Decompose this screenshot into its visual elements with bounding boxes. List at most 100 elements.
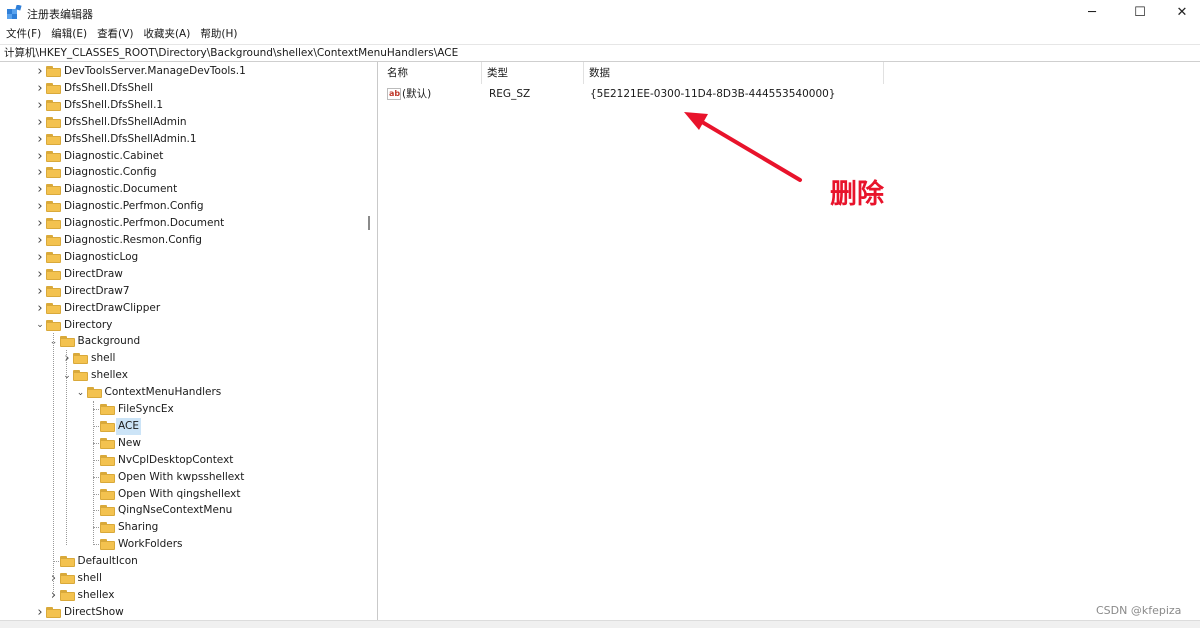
tree-item[interactable]: › DfsShell.DfsShellAdmin.1	[0, 131, 377, 148]
chevron-right-icon[interactable]: ›	[35, 198, 45, 215]
chevron-right-icon[interactable]: ›	[35, 249, 45, 266]
tree-item[interactable]: ⌄ ContextMenuHandlers	[0, 384, 377, 401]
tree-item[interactable]: DefaultIcon	[0, 553, 377, 570]
horizontal-scrollbar[interactable]	[0, 620, 1200, 628]
chevron-right-icon[interactable]: ›	[35, 300, 45, 317]
menu-favorites[interactable]: 收藏夹(A)	[138, 25, 195, 43]
folder-icon	[100, 437, 115, 449]
tree-item[interactable]: ⌄ Directory	[0, 317, 377, 334]
tree-item[interactable]: › shell	[0, 570, 377, 587]
chevron-right-icon[interactable]: ›	[35, 63, 45, 80]
menu-file[interactable]: 文件(F)	[0, 25, 46, 43]
tree-item[interactable]: › DiagnosticLog	[0, 249, 377, 266]
tree-item[interactable]: › DirectDraw7	[0, 283, 377, 300]
tree-item-label: DiagnosticLog	[64, 250, 139, 263]
menu-edit[interactable]: 编辑(E)	[46, 25, 92, 43]
key-tree[interactable]: › DevToolsServer.ManageDevTools.1 › DfsShel…	[0, 62, 378, 622]
tree-item-label: NvCplDesktopContext	[118, 453, 234, 466]
chevron-right-icon[interactable]: ›	[35, 164, 45, 181]
column-header-name[interactable]: 名称	[382, 62, 482, 84]
address-bar[interactable]: 计算机\HKEY_CLASSES_ROOT\Directory\Backgrou…	[0, 44, 1200, 62]
tree-item[interactable]: › Diagnostic.Config	[0, 164, 377, 181]
tree-item[interactable]: ⌄ shellex	[0, 367, 377, 384]
chevron-right-icon[interactable]: ›	[35, 232, 45, 249]
tree-item[interactable]: Open With kwpsshellext	[0, 469, 377, 486]
tree-item[interactable]: › DfsShell.DfsShellAdmin	[0, 114, 377, 131]
tree-item[interactable]: NvCplDesktopContext	[0, 452, 377, 469]
pane-splitter[interactable]	[368, 216, 370, 230]
tree-item[interactable]: › Diagnostic.Document	[0, 181, 377, 198]
folder-icon	[46, 319, 61, 331]
tree-item[interactable]: Sharing	[0, 519, 377, 536]
folder-icon	[46, 285, 61, 297]
chevron-right-icon[interactable]: ›	[49, 570, 59, 587]
tree-item[interactable]: › DirectDrawClipper	[0, 300, 377, 317]
chevron-right-icon[interactable]: ›	[62, 350, 72, 367]
tree-item-label: DefaultIcon	[77, 555, 138, 568]
tree-item[interactable]: › DevToolsServer.ManageDevTools.1	[0, 63, 377, 80]
tree-item[interactable]: Open With qingshellext	[0, 486, 377, 503]
tree-item-label: shellex	[91, 369, 128, 382]
menu-help[interactable]: 帮助(H)	[195, 25, 242, 43]
chevron-right-icon[interactable]: ›	[35, 604, 45, 621]
tree-item-label: DirectDrawClipper	[64, 301, 161, 314]
chevron-right-icon[interactable]: ›	[35, 266, 45, 283]
menu-view[interactable]: 查看(V)	[92, 25, 138, 43]
chevron-right-icon[interactable]: ›	[35, 283, 45, 300]
chevron-right-icon[interactable]: ›	[49, 587, 59, 604]
minimize-button[interactable]: ─	[1070, 0, 1114, 25]
chevron-down-icon[interactable]: ⌄	[62, 367, 72, 384]
tree-item[interactable]: FileSyncEx	[0, 401, 377, 418]
chevron-right-icon[interactable]: ›	[35, 131, 45, 148]
tree-item-label: DfsShell.DfsShell	[64, 81, 154, 94]
folder-icon	[46, 201, 61, 213]
folder-icon	[100, 539, 115, 551]
tree-item[interactable]: › Diagnostic.Cabinet	[0, 148, 377, 165]
chevron-right-icon[interactable]: ›	[35, 97, 45, 114]
folder-icon	[73, 370, 88, 382]
value-row[interactable]: ab (默认) REG_SZ {5E2121EE-0300-11D4-8D3B-…	[382, 86, 1200, 103]
tree-guide-line	[52, 333, 54, 596]
tree-item-label: DirectShow	[64, 605, 124, 618]
chevron-right-icon[interactable]: ›	[35, 215, 45, 232]
tree-item-label: QingNseContextMenu	[118, 504, 233, 517]
chevron-right-icon[interactable]: ›	[35, 80, 45, 97]
tree-item[interactable]: ⌄ Background	[0, 333, 377, 350]
tree-item[interactable]: › DfsShell.DfsShell.1	[0, 97, 377, 114]
tree-item-label: New	[118, 436, 141, 449]
folder-icon	[46, 150, 61, 162]
tree-item[interactable]: › Diagnostic.Perfmon.Document	[0, 215, 377, 232]
chevron-down-icon[interactable]: ⌄	[49, 333, 59, 350]
tree-item[interactable]: › DirectDraw	[0, 266, 377, 283]
tree-item[interactable]: WorkFolders	[0, 536, 377, 553]
tree-item[interactable]: › Diagnostic.Resmon.Config	[0, 232, 377, 249]
tree-item[interactable]: › DirectShow	[0, 604, 377, 621]
tree-item[interactable]: › DfsShell.DfsShell	[0, 80, 377, 97]
tree-item[interactable]: New	[0, 435, 377, 452]
tree-guide-line	[93, 401, 94, 546]
close-button[interactable]: ✕	[1160, 0, 1200, 25]
value-name: (默认)	[402, 88, 432, 100]
tree-item[interactable]: QingNseContextMenu	[0, 502, 377, 519]
tree-item-label: WorkFolders	[118, 538, 183, 551]
chevron-right-icon[interactable]: ›	[35, 114, 45, 131]
folder-icon	[100, 488, 115, 500]
tree-item[interactable]: › Diagnostic.Perfmon.Config	[0, 198, 377, 215]
chevron-down-icon[interactable]: ⌄	[76, 384, 86, 401]
tree-item-label: Directory	[64, 318, 113, 331]
chevron-down-icon[interactable]: ⌄	[35, 317, 45, 334]
tree-item-label: DfsShell.DfsShellAdmin.1	[64, 132, 197, 145]
values-list[interactable]: 名称 类型 数据 ab (默认) REG_SZ {5E2121EE-0300-1…	[382, 62, 1200, 620]
tree-item-label: ACE	[116, 417, 141, 435]
column-header-type[interactable]: 类型	[482, 62, 584, 84]
maximize-button[interactable]: ☐	[1118, 0, 1162, 25]
tree-item[interactable]: › shellex	[0, 587, 377, 604]
column-header-data[interactable]: 数据	[584, 62, 884, 84]
folder-icon	[46, 268, 61, 280]
tree-item[interactable]: ACE	[0, 417, 377, 435]
chevron-right-icon[interactable]: ›	[35, 181, 45, 198]
tree-item-label: Diagnostic.Document	[64, 183, 178, 196]
chevron-right-icon[interactable]: ›	[35, 148, 45, 165]
tree-item-label: Open With qingshellext	[118, 487, 241, 500]
tree-item[interactable]: › shell	[0, 350, 377, 367]
